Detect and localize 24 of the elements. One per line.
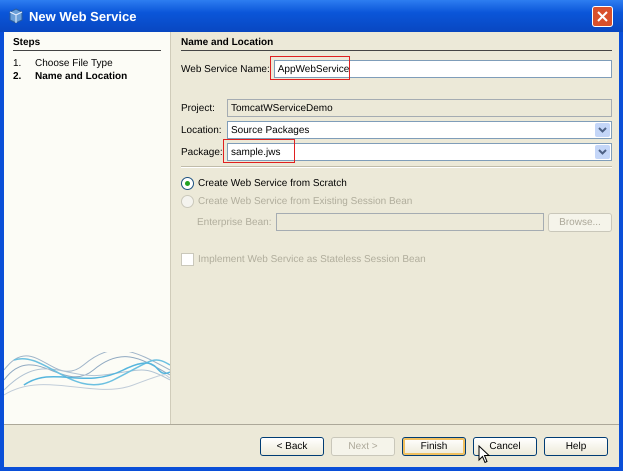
field-label: Location:	[181, 124, 223, 136]
section-heading: Name and Location	[181, 37, 612, 51]
dialog-button[interactable]: Help	[544, 436, 608, 456]
field-label: Web Service Name:	[181, 64, 270, 74]
dialog-button[interactable]: Finish	[402, 436, 466, 456]
step-item: 2. Name and Location	[13, 70, 128, 83]
close-icon	[597, 10, 608, 22]
close-button[interactable]	[592, 6, 613, 26]
steps-heading: Steps	[13, 37, 161, 51]
input-field: TomcatWServiceDemo	[227, 99, 612, 117]
input-field[interactable]	[276, 213, 544, 231]
field-label: Package:	[181, 146, 223, 158]
input-field[interactable]: AppWebService	[274, 60, 612, 78]
dialog-button[interactable]: < Back	[260, 436, 324, 456]
field-label: Project:	[181, 102, 216, 114]
dropdown-field[interactable]: sample.jws	[227, 143, 612, 161]
dropdown-field[interactable]: Source Packages	[227, 121, 612, 139]
radio-option[interactable]: Create Web Service from Scratch	[181, 174, 347, 192]
mouse-pointer-icon	[478, 445, 490, 464]
dialog-button[interactable]: Cancel	[473, 436, 537, 456]
window-title: New Web Service	[29, 8, 138, 24]
step-item: 1. Choose File Type	[13, 57, 114, 70]
field-label: Enterprise Bean:	[197, 216, 272, 228]
cube-icon	[8, 8, 24, 24]
